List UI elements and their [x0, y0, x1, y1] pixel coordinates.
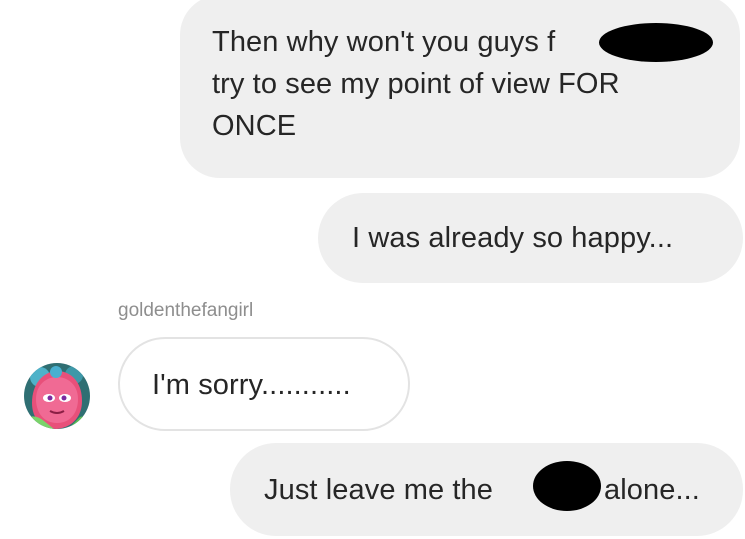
outgoing-message-bubble[interactable]: Then why won't you guys f try to see my … — [180, 0, 740, 178]
redaction-mark — [533, 461, 601, 511]
outgoing-message-bubble[interactable]: I was already so happy... — [318, 193, 743, 283]
message-text: Just leave me the — [264, 474, 493, 506]
message-line: ONCE — [212, 110, 297, 142]
message-text: alone... — [604, 474, 700, 506]
sender-name[interactable]: goldenthefangirl — [118, 300, 253, 322]
incoming-message-bubble[interactable]: I'm sorry........... — [118, 337, 410, 431]
message-line: try to see my point of view FOR — [212, 68, 620, 100]
message-text: I'm sorry........... — [152, 369, 351, 401]
message-text: I was already so happy... — [352, 222, 674, 254]
avatar-image — [24, 363, 90, 429]
redaction-mark — [599, 23, 713, 62]
sender-avatar[interactable] — [24, 363, 90, 429]
outgoing-message-bubble[interactable]: Just leave me the alone... — [230, 443, 743, 536]
